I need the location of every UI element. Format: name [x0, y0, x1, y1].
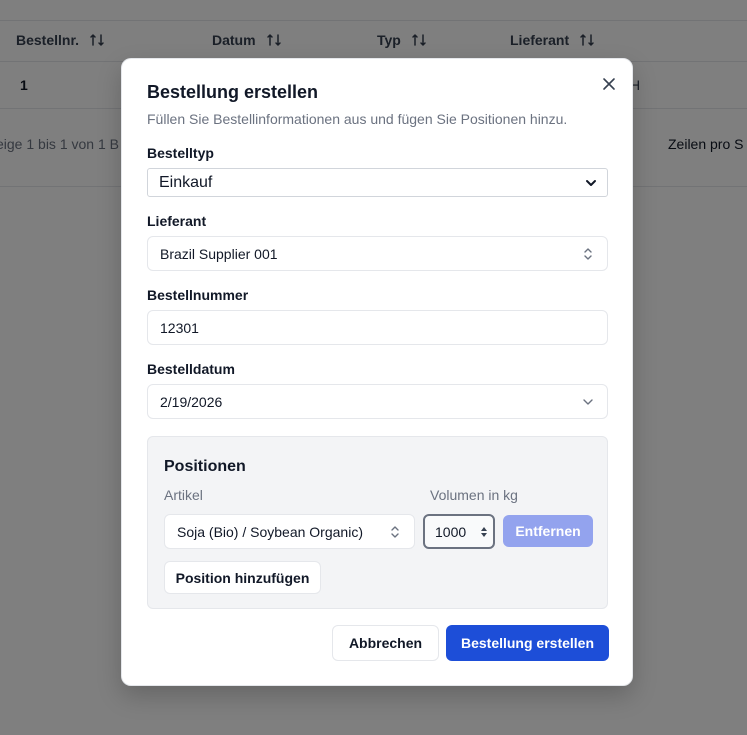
volume-input[interactable]: 1000: [423, 514, 495, 549]
number-spinner-icon[interactable]: [480, 525, 488, 539]
order-number-input[interactable]: 12301: [147, 310, 608, 345]
chevron-down-icon: [586, 179, 596, 186]
close-icon[interactable]: [602, 77, 616, 91]
order-date-label: Bestelldatum: [147, 361, 235, 377]
supplier-combobox[interactable]: Brazil Supplier 001: [147, 236, 608, 271]
chevron-up-down-icon: [584, 247, 592, 260]
volume-value: 1000: [435, 523, 467, 540]
order-type-value: Einkauf: [159, 173, 213, 191]
supplier-label: Lieferant: [147, 213, 207, 229]
positions-section: Positionen Artikel Volumen in kg Soja (B…: [147, 436, 608, 609]
close-button[interactable]: [600, 75, 618, 93]
order-type-select[interactable]: Einkauf: [147, 168, 608, 197]
order-date-value: 2/19/2026: [160, 393, 223, 410]
add-position-button[interactable]: Position hinzufügen: [164, 561, 321, 594]
cancel-button[interactable]: Abbrechen: [332, 625, 439, 661]
order-type-label: Bestelltyp: [147, 145, 214, 161]
chevron-down-icon: [583, 398, 593, 405]
create-order-dialog: Bestellung erstellen Füllen Sie Bestelli…: [121, 58, 633, 686]
article-label: Artikel: [164, 487, 203, 503]
order-number-value: 12301: [160, 319, 199, 336]
create-order-button[interactable]: Bestellung erstellen: [446, 625, 609, 661]
supplier-value: Brazil Supplier 001: [160, 245, 278, 262]
volume-label: Volumen in kg: [430, 487, 518, 503]
order-number-label: Bestellnummer: [147, 287, 249, 303]
dialog-description: Füllen Sie Bestellinformationen aus und …: [147, 111, 568, 127]
article-select[interactable]: Soja (Bio) / Soybean Organic): [164, 514, 415, 549]
remove-position-button[interactable]: Entfernen: [503, 515, 593, 547]
article-value: Soja (Bio) / Soybean Organic): [177, 523, 363, 540]
dialog-title: Bestellung erstellen: [147, 82, 319, 102]
chevron-up-down-icon: [391, 525, 399, 538]
positions-title: Positionen: [164, 458, 246, 475]
order-date-picker[interactable]: 2/19/2026: [147, 384, 608, 419]
